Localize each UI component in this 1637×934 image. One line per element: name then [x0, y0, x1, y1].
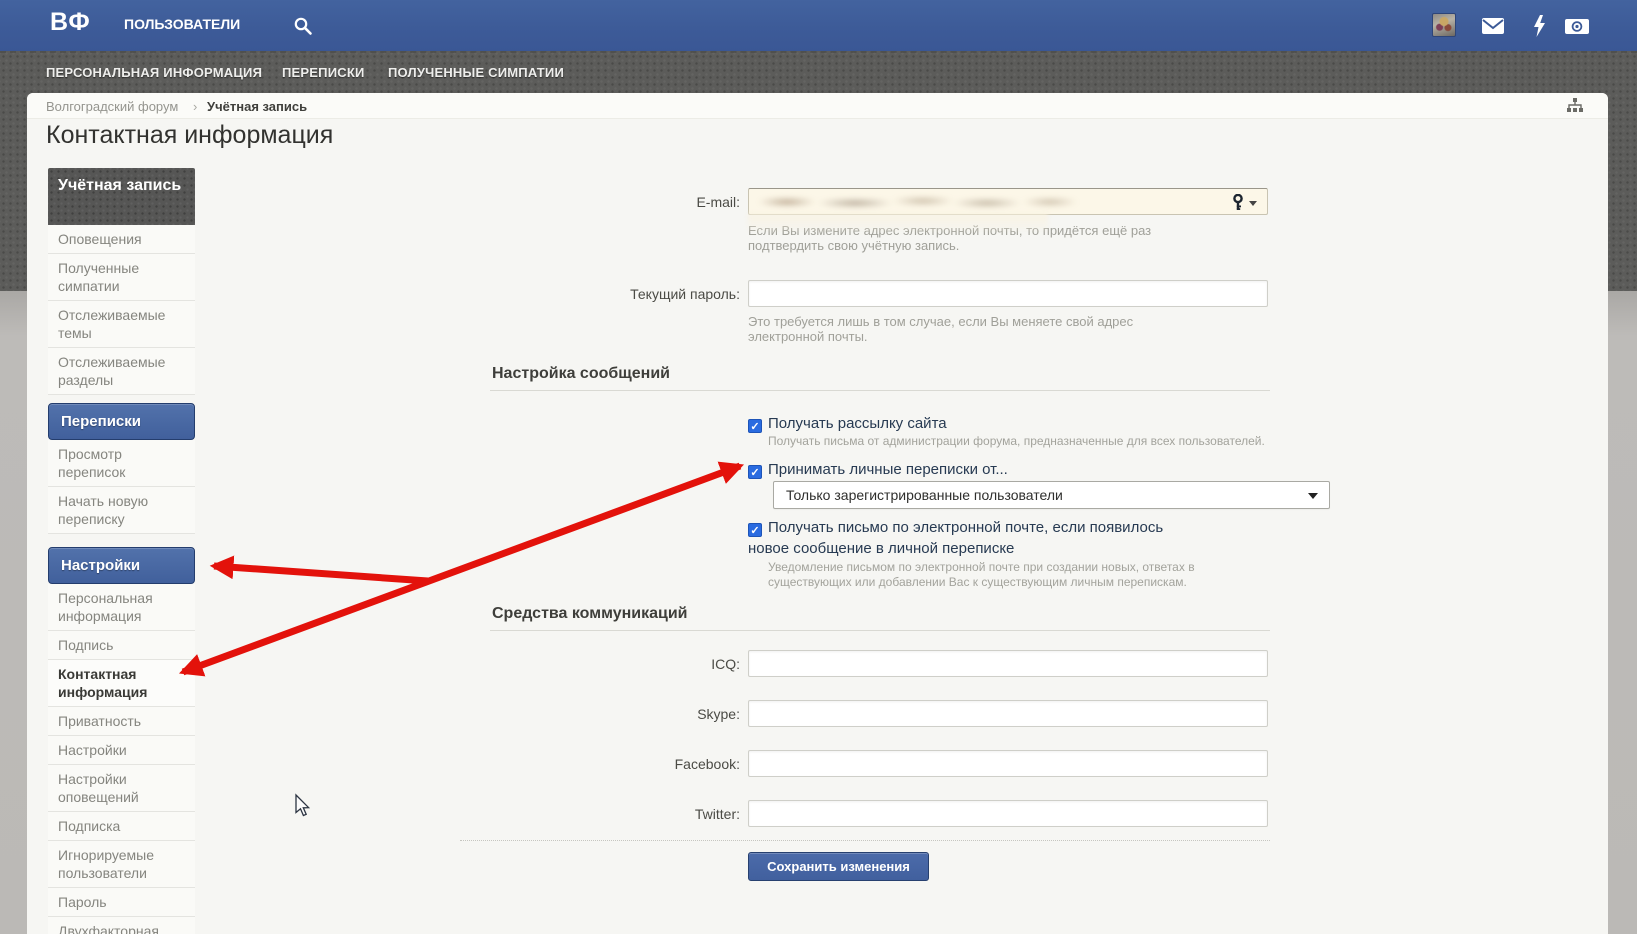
alerts-lightning-icon[interactable]	[1528, 15, 1552, 37]
select-chevron-icon	[1308, 493, 1318, 499]
sidebar-header-settings: Настройки	[48, 547, 195, 584]
email-field[interactable]	[748, 188, 1268, 215]
sidebar-item-alert-preferences[interactable]: Настройки оповещений	[48, 765, 195, 812]
sidebar-item-contact-details[interactable]: Контактная информация	[48, 660, 195, 707]
sidebar-item-signature[interactable]: Подпись	[48, 631, 195, 660]
key-icon	[1231, 194, 1245, 211]
email-on-pm-helper-text: Уведомление письмом по электронной почте…	[768, 560, 1218, 590]
sidebar-item-personal-details[interactable]: Персональная информация	[48, 584, 195, 631]
subnav-received-likes[interactable]: ПОЛУЧЕННЫЕ СИМПАТИИ	[388, 65, 564, 80]
sidebar-item-start-conversation[interactable]: Начать новую переписку	[48, 487, 195, 534]
icq-input[interactable]	[748, 650, 1268, 677]
page-title: Контактная информация	[46, 121, 333, 150]
email-on-pm-checkbox-label: Получать письмо по электронной почте, ес…	[748, 519, 1163, 557]
sidebar-item-preferences[interactable]: Настройки	[48, 736, 195, 765]
current-password-input[interactable]	[748, 280, 1268, 307]
sidebar-group-account: Учётная запись Оповещения Полученные сим…	[48, 168, 195, 395]
skype-label: Skype:	[500, 706, 740, 722]
facebook-input[interactable]	[748, 750, 1268, 777]
sidebar-group-conversations: Переписки Просмотр переписок Начать нову…	[48, 403, 195, 534]
sidebar-item-watched-forums[interactable]: Отслеживаемые разделы	[48, 348, 195, 395]
section-contact-methods: Средства коммуникаций	[490, 605, 1270, 631]
search-icon[interactable]	[293, 16, 313, 36]
account-settings-page: ВФ ПОЛЬЗОВАТЕЛИ ПЕРСОНАЛЬНАЯ ИНФОРМАЦИЯ …	[0, 0, 1637, 934]
sidebar-group-settings: Настройки Персональная информация Подпис…	[48, 547, 195, 934]
checkbox-checked-icon[interactable]: ✓	[748, 419, 762, 433]
newsletter-checkbox-row[interactable]: ✓ Получать рассылку сайта	[748, 413, 947, 434]
sitemap-tree-icon[interactable]	[1566, 98, 1584, 114]
banknote-icon[interactable]	[1565, 15, 1589, 37]
subnav-personal-info[interactable]: ПЕРСОНАЛЬНАЯ ИНФОРМАЦИЯ	[46, 65, 262, 80]
breadcrumb-separator: ›	[193, 99, 197, 114]
subnav-conversations[interactable]: ПЕРЕПИСКИ	[282, 65, 365, 80]
password-helper-text: Это требуется лишь в том случае, если Вы…	[748, 314, 1178, 344]
redacted-email-value	[755, 192, 1085, 211]
sidebar-header-conversations: Переписки	[48, 403, 195, 440]
top-navbar: ВФ ПОЛЬЗОВАТЕЛИ	[0, 0, 1637, 51]
save-changes-button[interactable]: Сохранить изменения	[748, 852, 929, 881]
email-label: E-mail:	[500, 194, 740, 210]
sidebar-item-view-conversations[interactable]: Просмотр переписок	[48, 440, 195, 487]
accept-pm-select[interactable]: Только зарегистрированные пользователи	[773, 481, 1330, 509]
nav-item-users[interactable]: ПОЛЬЗОВАТЕЛИ	[124, 16, 240, 32]
newsletter-helper-text: Получать письма от администрации форума,…	[768, 434, 1288, 449]
current-password-label: Текущий пароль:	[500, 286, 740, 302]
newsletter-checkbox-label: Получать рассылку сайта	[768, 415, 947, 432]
sidebar-item-received-likes[interactable]: Полученные симпатии	[48, 254, 195, 301]
forum-logo[interactable]: ВФ	[50, 8, 91, 37]
inbox-mail-icon[interactable]	[1481, 15, 1505, 37]
email-on-pm-checkbox-row[interactable]: ✓Получать письмо по электронной почте, е…	[748, 517, 1203, 559]
sidebar-header-account: Учётная запись	[48, 168, 195, 225]
user-avatar[interactable]	[1432, 13, 1456, 37]
sidebar-item-privacy[interactable]: Приватность	[48, 707, 195, 736]
sidebar-item-ignored-users[interactable]: Игнорируемые пользователи	[48, 841, 195, 888]
accept-pm-selected-option: Только зарегистрированные пользователи	[786, 487, 1063, 503]
twitter-input[interactable]	[748, 800, 1268, 827]
chevron-down-icon[interactable]	[1249, 201, 1257, 206]
icq-label: ICQ:	[500, 656, 740, 672]
skype-input[interactable]	[748, 700, 1268, 727]
accept-pm-checkbox-label: Принимать личные переписки от...	[768, 461, 1008, 478]
email-helper-text: Если Вы измените адрес электронной почты…	[748, 223, 1178, 253]
twitter-label: Twitter:	[500, 806, 740, 822]
form-divider	[460, 840, 1270, 841]
facebook-label: Facebook:	[500, 756, 740, 772]
sidebar-item-two-factor[interactable]: Двухфакторная	[48, 917, 195, 934]
breadcrumb-root-link[interactable]: Волгоградский форум	[46, 99, 178, 114]
breadcrumb: Волгоградский форум › Учётная запись	[27, 93, 1608, 119]
sidebar-item-password[interactable]: Пароль	[48, 888, 195, 917]
sidebar-item-subscription[interactable]: Подписка	[48, 812, 195, 841]
sidebar-item-watched-threads[interactable]: Отслеживаемые темы	[48, 301, 195, 348]
checkbox-checked-icon[interactable]: ✓	[748, 465, 762, 479]
sidebar-item-alerts[interactable]: Оповещения	[48, 225, 195, 254]
accept-pm-checkbox-row[interactable]: ✓ Принимать личные переписки от...	[748, 459, 1008, 480]
section-message-options: Настройка сообщений	[490, 365, 1270, 391]
checkbox-checked-icon[interactable]: ✓	[748, 523, 762, 537]
breadcrumb-current[interactable]: Учётная запись	[207, 99, 307, 114]
